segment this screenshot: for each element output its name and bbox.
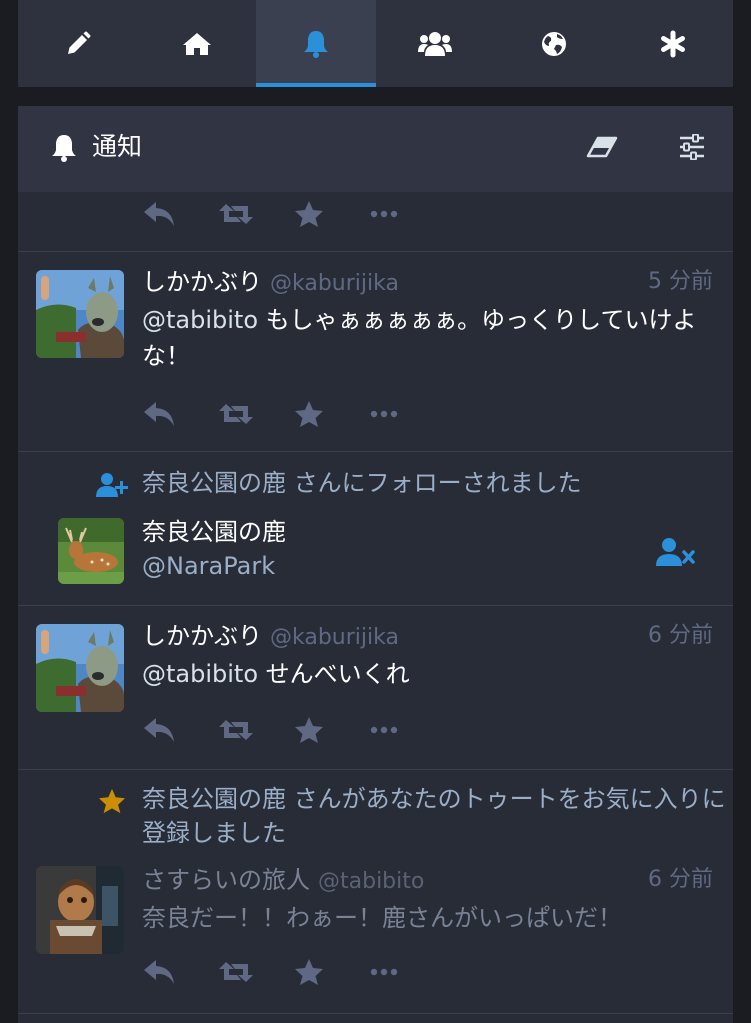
retweet-icon [218,402,254,426]
favourite-button[interactable] [294,394,370,434]
reply-icon [142,200,176,228]
status-actions [142,194,446,234]
account-handle: @tabibito [318,869,425,894]
ellipsis-icon [370,726,398,734]
favourite-button[interactable] [294,710,370,750]
more-button[interactable] [370,394,446,434]
star-icon [294,716,324,744]
bell-icon [50,133,78,167]
asterisk-icon [659,30,687,58]
globe-icon [540,30,568,58]
more-button[interactable] [370,952,446,992]
status-actions [142,710,446,750]
notification-item-partial[interactable] [18,192,733,252]
tab-menu[interactable] [614,0,733,87]
display-name: しかかぶり [142,622,262,650]
boost-button[interactable] [218,194,294,234]
notification-item[interactable]: しかかぶり @kaburijika 5 分前 @tabibito もしゃぁぁぁぁぁ… [18,252,733,452]
ellipsis-icon [370,410,398,418]
user-plus-icon [96,472,128,502]
avatar[interactable] [36,624,124,712]
avatar[interactable] [58,518,124,584]
bell-icon [302,29,330,59]
mention-link[interactable]: @tabibito [142,660,258,688]
tab-compose[interactable] [18,0,137,87]
follower-handle[interactable]: @NaraPark [142,550,275,582]
status-time[interactable]: 6 分前 [648,620,713,652]
eraser-icon [586,136,618,162]
reply-button[interactable] [142,952,218,992]
reply-button[interactable] [142,194,218,234]
status-content: 奈良だー！！わぁー！鹿さんがいっぱいだ！ [142,904,622,932]
status-time[interactable]: 5 分前 [648,266,713,298]
users-icon [418,30,453,58]
notification-item-favourite[interactable]: 奈良公園の鹿 さんがあなたのトゥートをお気に入りに登録しました さすらいの旅人 @… [18,770,733,1014]
notification-item[interactable]: しかかぶり @kaburijika 6 分前 @tabibito せんべいくれ [18,606,733,770]
star-icon [294,400,324,428]
star-icon [294,958,324,986]
column-header: 通知 [18,106,733,192]
tab-federated[interactable] [495,0,614,87]
status-author[interactable]: しかかぶり @kaburijika [142,620,399,654]
mention-link[interactable]: @tabibito [142,306,258,334]
user-times-icon [656,537,696,571]
home-icon [182,31,212,57]
status-time[interactable]: 6 分前 [648,864,713,896]
sliders-icon [678,133,706,164]
navigation-tabs [18,0,733,87]
reply-icon [142,958,176,986]
avatar[interactable] [36,270,124,358]
star-icon [98,788,126,818]
retweet-icon [218,960,254,984]
status-author[interactable]: しかかぶり @kaburijika [142,266,399,300]
unfollow-button[interactable] [654,538,698,570]
retweet-icon [218,202,254,226]
column-title: 通知 [92,132,143,161]
favourite-button[interactable] [294,952,370,992]
account-handle: @kaburijika [270,625,399,650]
status-text: せんべいくれ [258,660,410,688]
reply-button[interactable] [142,394,218,434]
tab-home[interactable] [137,0,256,87]
reply-icon [142,400,176,428]
reply-button[interactable] [142,710,218,750]
column-settings-button[interactable] [674,133,710,165]
boost-button[interactable] [218,952,294,992]
clear-notifications-button[interactable] [584,133,620,165]
tab-notifications[interactable] [256,0,376,87]
notification-message: 奈良公園の鹿 さんにフォローされました [142,469,582,497]
status-actions [142,952,446,992]
tab-local[interactable] [376,0,495,87]
ellipsis-icon [370,210,398,218]
retweet-icon [218,718,254,742]
notification-message: 奈良公園の鹿 さんがあなたのトゥートをお気に入りに登録しました [142,785,726,847]
display-name: しかかぶり [142,268,262,296]
boost-button[interactable] [218,710,294,750]
boost-button[interactable] [218,394,294,434]
more-button[interactable] [370,710,446,750]
status-content: @tabibito せんべいくれ [142,656,712,692]
status-actions [142,394,446,434]
more-button[interactable] [370,194,446,234]
notifications-column: 通知 しかかぶり @kaburijika 5 分前 @tabibito もしゃぁ… [18,106,733,1023]
favourite-button[interactable] [294,194,370,234]
display-name: さすらいの旅人 [142,866,310,894]
ellipsis-icon [370,968,398,976]
follower-display-name[interactable]: 奈良公園の鹿 [142,516,286,548]
status-author[interactable]: さすらいの旅人 @tabibito [142,864,424,898]
status-content: @tabibito もしゃぁぁぁぁぁ。ゆっくりしていけよな！ [142,302,712,374]
account-handle: @kaburijika [270,271,399,296]
reply-icon [142,716,176,744]
pencil-icon [64,30,92,58]
star-icon [294,200,324,228]
notification-item-follow[interactable]: 奈良公園の鹿 さんにフォローされました 奈良公園の鹿 @NaraPark [18,452,733,606]
avatar[interactable] [36,866,124,954]
